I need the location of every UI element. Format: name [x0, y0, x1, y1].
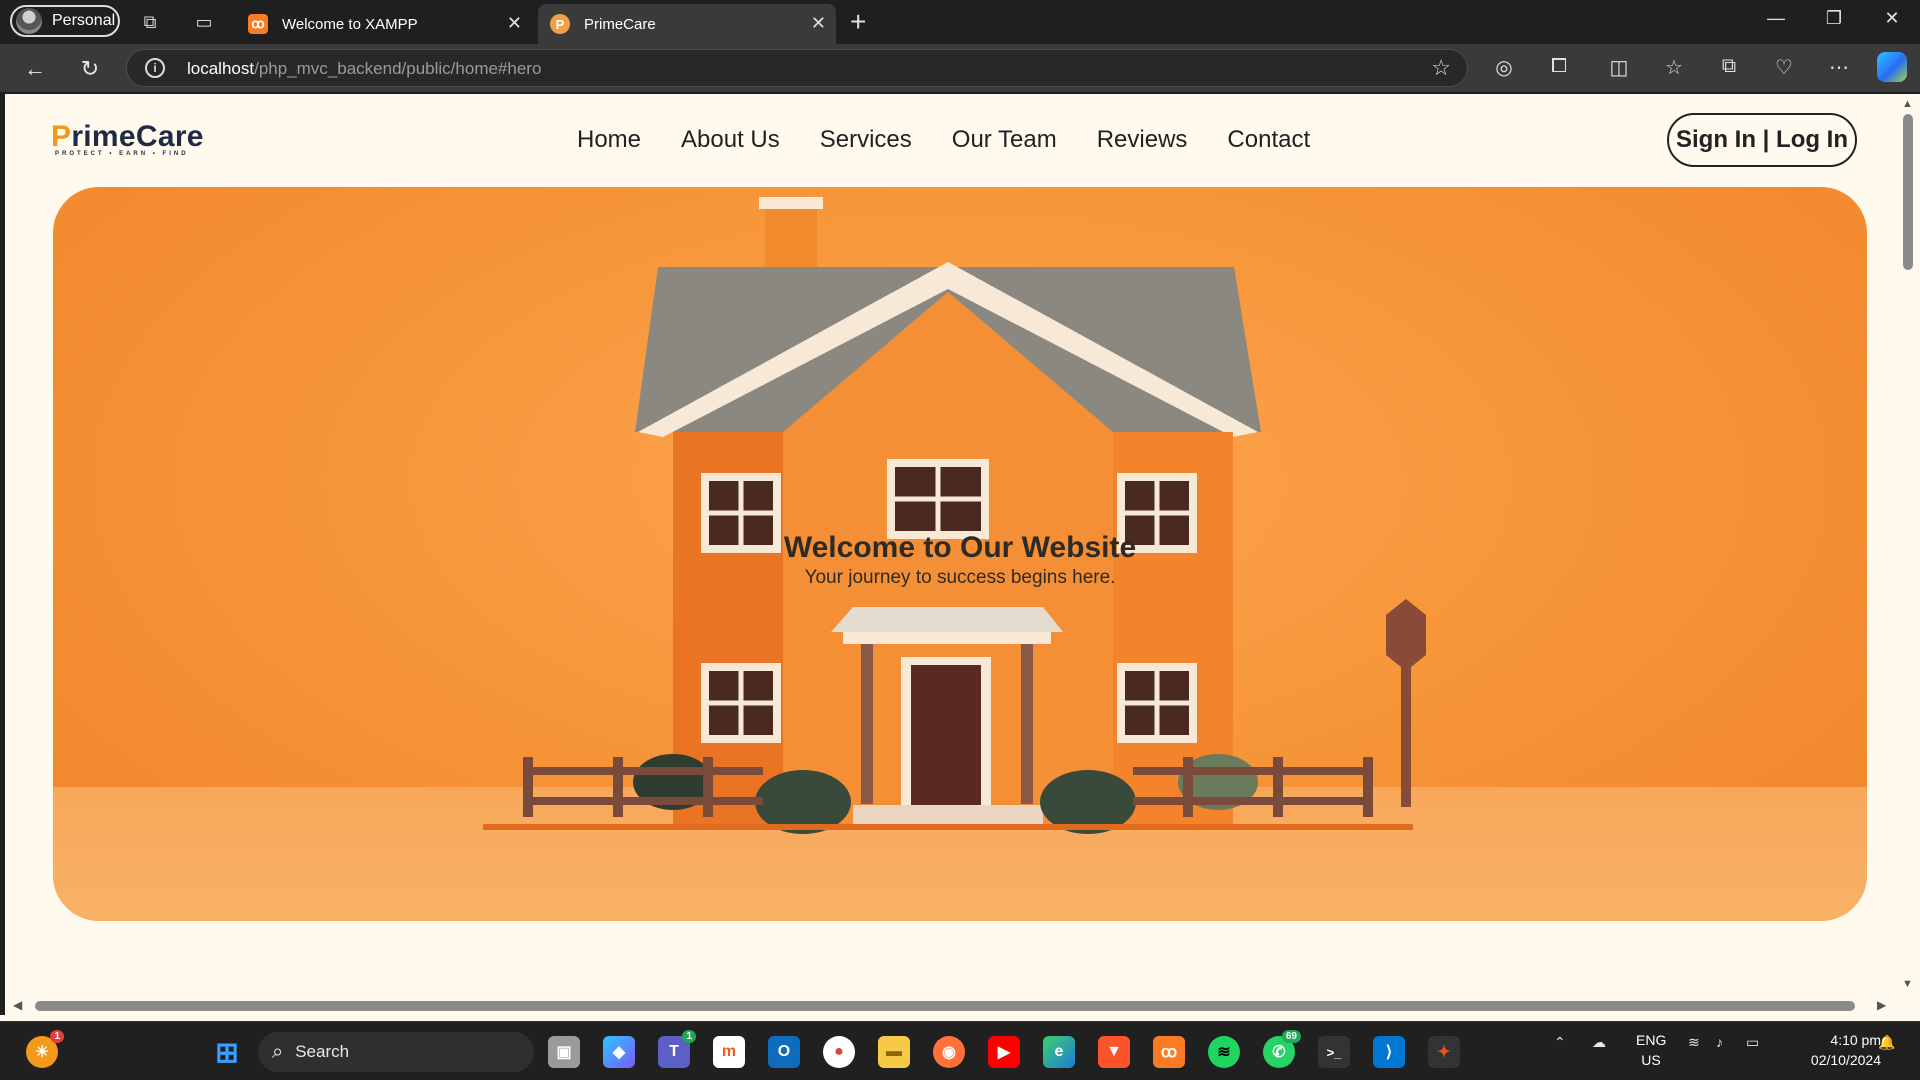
copilot-icon[interactable] [1877, 52, 1907, 82]
show-hidden-icons[interactable]: ⌃ [1554, 1034, 1566, 1051]
workspaces-icon[interactable]: ⧉ [136, 8, 164, 36]
weather-icon[interactable]: ☀ 1 [26, 1030, 64, 1068]
favorites-icon[interactable]: ☆ [1659, 55, 1689, 80]
copilot-taskbar-icon[interactable]: ◆ [603, 1036, 635, 1068]
nav-home[interactable]: Home [577, 126, 641, 154]
nav-contact[interactable]: Contact [1227, 126, 1310, 154]
search-icon: ⌕ [272, 1040, 284, 1063]
collections-icon[interactable]: ⧉ [1714, 55, 1744, 78]
taskbar-search[interactable]: ⌕ Search [258, 1032, 534, 1072]
close-tab-icon[interactable]: ✕ [507, 13, 522, 34]
nav-about-us[interactable]: About Us [681, 126, 780, 154]
nav-our-team[interactable]: Our Team [952, 126, 1057, 154]
system-clock[interactable]: 4:10 pm 02/10/2024 [1785, 1030, 1881, 1070]
xampp-icon: ꝏ [248, 14, 268, 34]
wifi-icon[interactable]: ≋ [1688, 1034, 1700, 1051]
tab-xampp[interactable]: ꝏ Welcome to XAMPP ✕ [236, 4, 532, 44]
spotify-icon[interactable]: ≋ [1208, 1036, 1240, 1068]
address-bar[interactable]: i localhost/php_mvc_backend/public/home#… [126, 49, 1468, 87]
windows-start-icon[interactable]: ⊞ [211, 1036, 243, 1068]
restore-icon[interactable]: ❐ [1814, 8, 1854, 29]
sign-in-button[interactable]: Sign In | Log In [1667, 113, 1857, 167]
youtube-icon[interactable]: ▶ [988, 1036, 1020, 1068]
new-tab-button[interactable]: + [850, 6, 866, 38]
notification-bell-icon[interactable]: 🔔 [1878, 1034, 1895, 1051]
page-viewport: PrimeCare PROTECT • EARN • FIND Home Abo… [5, 94, 1898, 997]
nav-services[interactable]: Services [820, 126, 912, 154]
primecare-icon: P [550, 14, 570, 34]
nav-reviews[interactable]: Reviews [1097, 126, 1188, 154]
hero-text: Welcome to Our Website Your journey to s… [53, 531, 1867, 589]
terminal-icon[interactable]: >_ [1318, 1036, 1350, 1068]
task-view-icon[interactable]: ▣ [548, 1036, 580, 1068]
firefox-icon[interactable]: ◉ [933, 1036, 965, 1068]
browser-essentials-icon[interactable]: ♡ [1769, 55, 1799, 80]
scrollbar-thumb[interactable] [35, 1001, 1855, 1011]
outlook-icon[interactable]: O [768, 1036, 800, 1068]
language-indicator[interactable]: ENG US [1636, 1030, 1666, 1070]
avatar [16, 8, 42, 34]
whatsapp-icon[interactable]: ✆ 69 [1263, 1030, 1301, 1068]
extensions-icon[interactable]: ⧠ [1544, 55, 1574, 78]
browser-tab-bar: Personal ⧉ ▭ ꝏ Welcome to XAMPP ✕ P Prim… [0, 0, 1920, 44]
profile-label: Personal [52, 12, 116, 29]
hero-title: Welcome to Our Website [783, 531, 1137, 564]
horizontal-scrollbar[interactable]: ◀ ▶ [5, 997, 1920, 1015]
windows-taskbar: ☀ 1 ⊞ ⌕ Search ▣ ◆ T1 m O ● ▬ ◉ ▶ e ▼ ꝏ ≋… [0, 1021, 1920, 1080]
scroll-right-icon[interactable]: ▶ [1877, 998, 1886, 1012]
primecare-logo[interactable]: PrimeCare PROTECT • EARN • FIND [51, 120, 204, 157]
vscode-icon[interactable]: ⟩ [1373, 1036, 1405, 1068]
close-window-icon[interactable]: ✕ [1872, 8, 1912, 29]
figma-icon[interactable]: ✦ [1428, 1036, 1460, 1068]
scroll-down-icon[interactable]: ▼ [1902, 978, 1913, 990]
volume-icon[interactable]: ♪ [1716, 1034, 1723, 1050]
refresh-icon[interactable]: ↻ [75, 54, 105, 84]
tracking-icon[interactable]: ◎ [1489, 55, 1519, 80]
edge-icon[interactable]: e [1043, 1036, 1075, 1068]
close-tab-icon[interactable]: ✕ [811, 13, 826, 34]
search-label: Search [295, 1042, 350, 1061]
site-info-icon[interactable]: i [145, 58, 165, 78]
minimize-icon[interactable]: — [1756, 8, 1796, 29]
browser-toolbar: ← ↻ i localhost/php_mvc_backend/public/h… [0, 44, 1920, 92]
scrollbar-thumb[interactable] [1903, 114, 1913, 270]
hero-subtitle: Your journey to success begins here. [804, 567, 1116, 588]
chrome-icon[interactable]: ● [823, 1036, 855, 1068]
split-screen-icon[interactable]: ◫ [1604, 55, 1634, 80]
vertical-scrollbar[interactable]: ▲ ▼ [1898, 94, 1920, 997]
scroll-up-icon[interactable]: ▲ [1902, 98, 1913, 110]
battery-icon[interactable]: ▭ [1746, 1034, 1759, 1051]
logo-tagline: PROTECT • EARN • FIND [55, 151, 189, 157]
site-header: PrimeCare PROTECT • EARN • FIND Home Abo… [5, 94, 1898, 184]
tab-title: Welcome to XAMPP [282, 15, 418, 33]
main-nav: Home About Us Services Our Team Reviews … [577, 126, 1310, 154]
url-text[interactable]: localhost/php_mvc_backend/public/home#he… [187, 59, 541, 79]
more-menu-icon[interactable]: ⋯ [1824, 55, 1854, 80]
onedrive-icon[interactable]: ☁ [1592, 1034, 1606, 1051]
back-icon[interactable]: ← [20, 54, 50, 84]
hero-banner: Welcome to Our Website Your journey to s… [53, 187, 1867, 921]
favorite-star-icon[interactable]: ☆ [1431, 55, 1451, 81]
tab-title: PrimeCare [584, 15, 656, 33]
tab-actions-icon[interactable]: ▭ [190, 8, 218, 36]
teams-icon[interactable]: T1 [658, 1030, 696, 1068]
xampp-taskbar-icon[interactable]: ꝏ [1153, 1036, 1185, 1068]
moodle-icon[interactable]: m [713, 1036, 745, 1068]
tab-primecare[interactable]: P PrimeCare ✕ [538, 4, 836, 44]
scroll-left-icon[interactable]: ◀ [13, 998, 22, 1012]
brave-icon[interactable]: ▼ [1098, 1036, 1130, 1068]
file-explorer-icon[interactable]: ▬ [878, 1036, 910, 1068]
profile-button[interactable]: Personal [10, 5, 120, 37]
